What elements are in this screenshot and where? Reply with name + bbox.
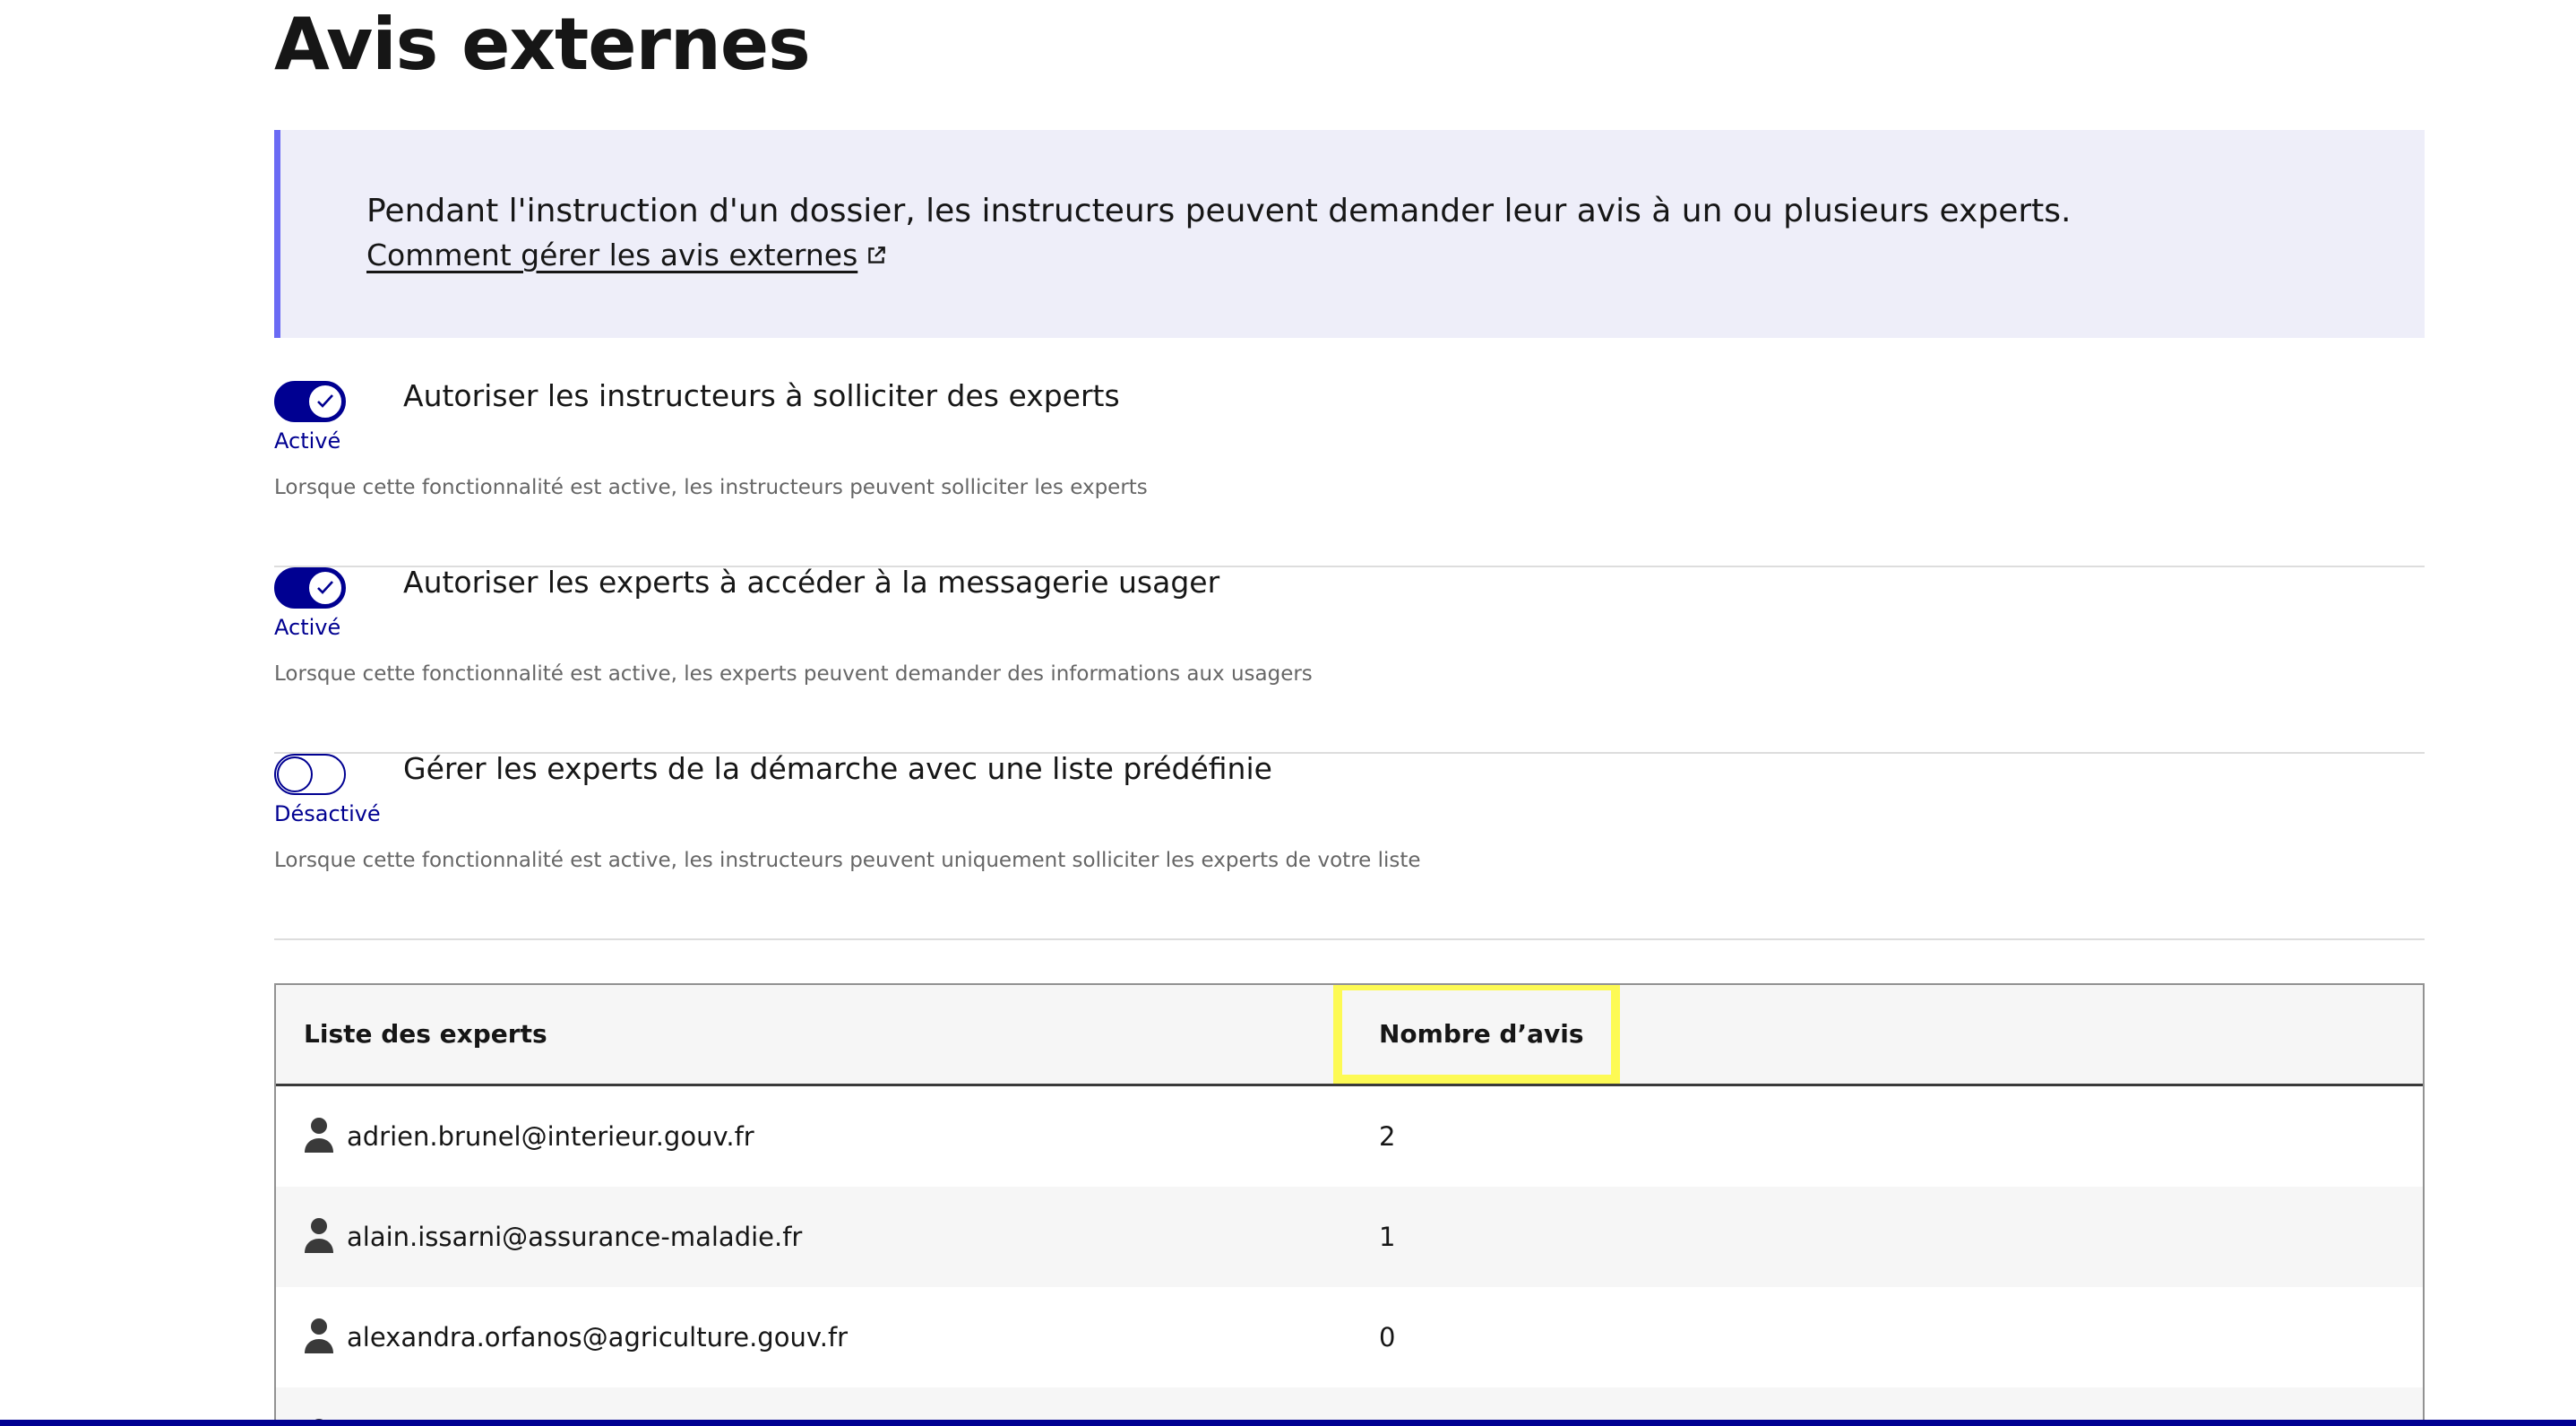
external-link-icon xyxy=(868,246,886,264)
toggle-state: Activé xyxy=(274,615,341,640)
toggle-hint: Lorsque cette fonctionnalité est active,… xyxy=(274,849,1421,872)
expert-cell: adrien.brunel@interieur.gouv.fr xyxy=(304,1086,754,1187)
column-highlight xyxy=(1333,985,1620,1084)
toggle-row-allow-experts: Autoriser les instructeurs à solliciter … xyxy=(274,378,2425,567)
table-row: alain.issarni@assurance-maladie.fr 1 xyxy=(276,1187,2423,1287)
expert-cell: alain.issarni@assurance-maladie.fr xyxy=(304,1187,802,1287)
user-icon xyxy=(305,1118,333,1153)
toggle-row-predefined-list: Gérer les experts de la démarche avec un… xyxy=(274,751,2425,940)
expert-email: adrien.brunel@interieur.gouv.fr xyxy=(347,1121,754,1152)
experts-messaging-toggle[interactable] xyxy=(274,567,346,609)
checkmark-icon xyxy=(317,581,333,594)
opinion-count: 2 xyxy=(1379,1121,1396,1152)
callout-text: Pendant l'instruction d'un dossier, les … xyxy=(366,193,2072,229)
user-icon xyxy=(305,1218,333,1253)
experts-table: Liste des experts Nombre d’avis adrien.b… xyxy=(274,983,2425,1426)
predefined-list-toggle[interactable] xyxy=(274,754,346,795)
manage-external-opinions-link[interactable]: Comment gérer les avis externes xyxy=(366,236,888,275)
page: Avis externes Pendant l'instruction d'un… xyxy=(0,0,2576,1426)
toggle-state: Activé xyxy=(274,428,341,454)
toggle-knob xyxy=(307,384,343,419)
toggle-state: Désactivé xyxy=(274,801,381,826)
toggle-label: Autoriser les instructeurs à solliciter … xyxy=(403,378,1120,413)
toggle-row-experts-messaging: Autoriser les experts à accéder à la mes… xyxy=(274,565,2425,754)
table-row: alexandra.orfanos@agriculture.gouv.fr 0 xyxy=(276,1287,2423,1387)
info-callout: Pendant l'instruction d'un dossier, les … xyxy=(274,130,2425,338)
expert-cell: alexandra.orfanos@agriculture.gouv.fr xyxy=(304,1287,848,1387)
table-header: Liste des experts Nombre d’avis xyxy=(276,985,2423,1086)
opinion-count: 1 xyxy=(1379,1222,1396,1252)
bottom-bar xyxy=(0,1420,2576,1426)
checkmark-icon xyxy=(317,394,333,408)
user-icon xyxy=(305,1318,333,1353)
toggle-hint: Lorsque cette fonctionnalité est active,… xyxy=(274,662,1313,686)
expert-email: alexandra.orfanos@agriculture.gouv.fr xyxy=(347,1322,849,1353)
callout-link-label: Comment gérer les avis externes xyxy=(366,238,858,272)
toggle-knob xyxy=(307,570,343,606)
page-title: Avis externes xyxy=(274,3,811,86)
toggle-label: Autoriser les experts à accéder à la mes… xyxy=(403,565,1220,600)
allow-experts-toggle[interactable] xyxy=(274,381,346,422)
toggle-knob xyxy=(277,756,313,792)
expert-email: alain.issarni@assurance-maladie.fr xyxy=(347,1222,803,1252)
toggle-label: Gérer les experts de la démarche avec un… xyxy=(403,751,1272,786)
opinion-count: 0 xyxy=(1379,1322,1396,1353)
column-header-experts: Liste des experts xyxy=(304,1019,547,1049)
table-row: adrien.brunel@interieur.gouv.fr 2 xyxy=(276,1086,2423,1187)
toggle-hint: Lorsque cette fonctionnalité est active,… xyxy=(274,476,1148,499)
